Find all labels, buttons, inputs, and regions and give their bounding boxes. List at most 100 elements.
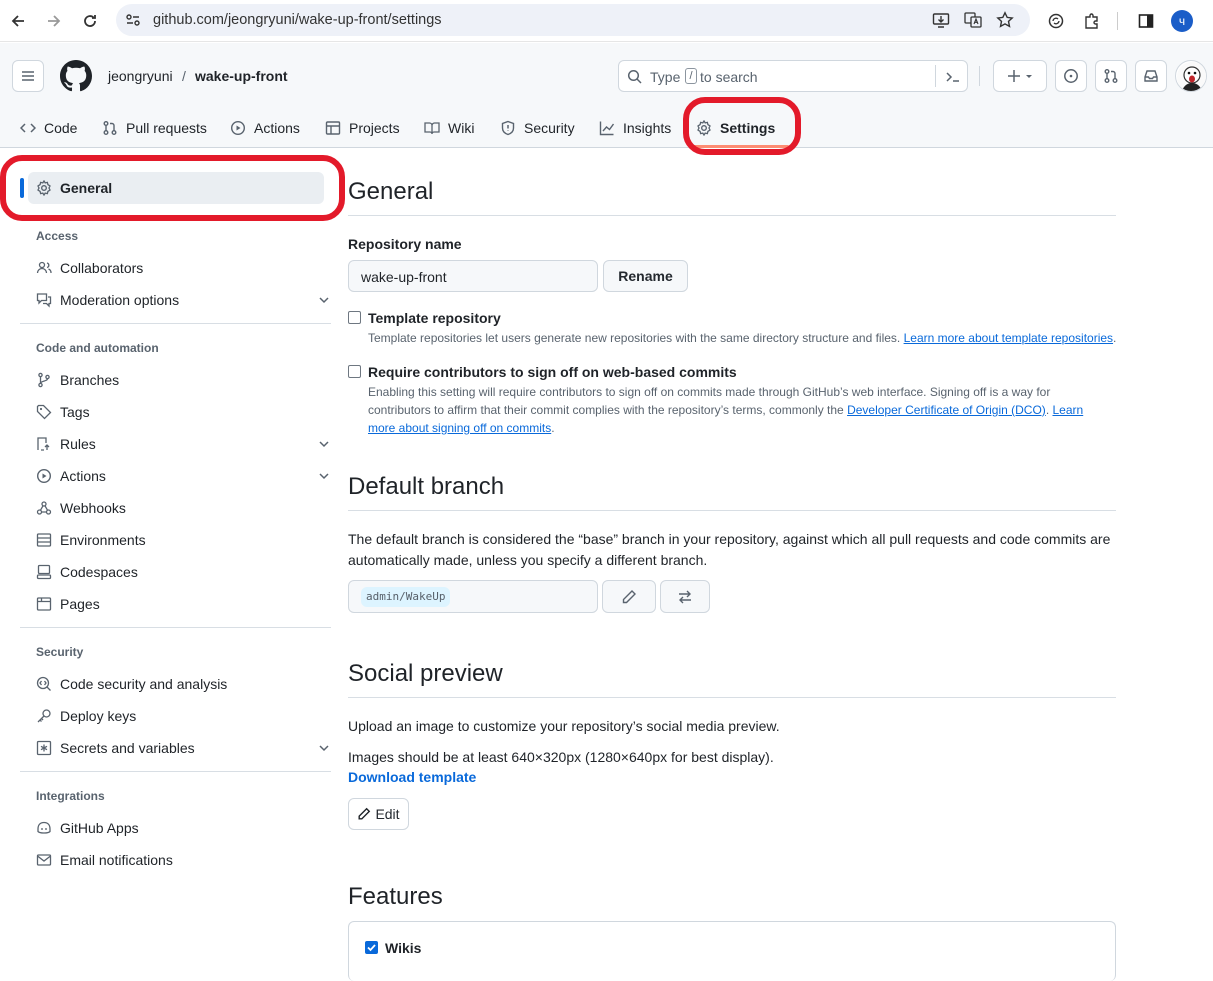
hamburger-icon — [22, 71, 34, 81]
social-preview-size-note: Images should be at least 640×320px (128… — [348, 749, 774, 765]
profile-avatar[interactable]: ч — [1171, 10, 1193, 32]
toolbar-divider — [1117, 12, 1118, 30]
tab-code[interactable]: Code — [20, 116, 77, 140]
sidebar-item-code-security[interactable]: Code security and analysis — [28, 668, 324, 700]
inbox-button[interactable] — [1135, 60, 1167, 92]
sidebar-item-github-apps[interactable]: GitHub Apps — [28, 812, 324, 844]
create-new-button[interactable] — [993, 60, 1047, 92]
sidebar-item-label: Secrets and variables — [60, 740, 195, 756]
sidebar-item-email-notifications[interactable]: Email notifications — [28, 844, 324, 876]
table-icon — [325, 121, 341, 135]
tab-insights[interactable]: Insights — [599, 116, 671, 140]
repo-link[interactable]: wake-up-front — [195, 68, 288, 84]
book-icon — [424, 122, 440, 135]
github-logo-icon[interactable] — [60, 60, 92, 92]
chevron-down-icon — [319, 473, 329, 480]
back-icon[interactable] — [6, 9, 30, 33]
sidebar-item-label: Codespaces — [60, 564, 138, 580]
sidebar-divider — [20, 323, 331, 324]
tag-icon — [36, 404, 52, 420]
edit-social-preview-button[interactable]: Edit — [348, 798, 409, 830]
template-learn-more-link[interactable]: Learn more about template repositories — [904, 331, 1113, 345]
owner-link[interactable]: jeongryuni — [108, 68, 173, 84]
search-icon — [627, 69, 643, 85]
user-avatar[interactable] — [1175, 60, 1207, 92]
signoff-learn-more-link-cont[interactable]: more about signing off on commits — [368, 421, 551, 435]
sidebar-item-label: Moderation options — [60, 292, 180, 308]
graph-icon — [599, 121, 615, 136]
template-repository-checkbox[interactable] — [348, 311, 361, 324]
side-panel-icon[interactable] — [1134, 9, 1158, 33]
features-box — [348, 921, 1116, 981]
repo-name-value: wake-up-front — [361, 269, 447, 285]
signoff-learn-more-link[interactable]: Learn — [1053, 403, 1084, 417]
play-icon — [36, 468, 52, 484]
download-template-link[interactable]: Download template — [348, 769, 476, 785]
repo-name-input[interactable]: wake-up-front — [348, 260, 598, 292]
forward-icon[interactable] — [42, 9, 66, 33]
issues-button[interactable] — [1055, 60, 1087, 92]
pencil-icon — [358, 807, 371, 820]
plus-icon — [1008, 70, 1032, 82]
sidebar-item-pages[interactable]: Pages — [28, 588, 324, 620]
tab-wiki[interactable]: Wiki — [424, 116, 474, 140]
translate-icon[interactable] — [964, 11, 982, 29]
social-preview-title: Social preview — [348, 660, 503, 687]
tab-security[interactable]: Security — [500, 116, 575, 140]
sidebar-item-label: Rules — [60, 436, 96, 452]
sidebar-item-environments[interactable]: Environments — [28, 524, 324, 556]
sidebar-item-label: Environments — [60, 532, 146, 548]
sidebar-heading-security: Security — [36, 645, 84, 659]
edit-branch-button[interactable] — [602, 580, 656, 613]
git-branch-icon — [38, 372, 50, 388]
wikis-label: Wikis — [385, 940, 422, 956]
url-text: github.com/jeongryuni/wake-up-front/sett… — [153, 12, 442, 28]
sidebar-item-label: Email notifications — [60, 852, 173, 868]
site-info-icon[interactable] — [125, 12, 141, 28]
sidebar-item-webhooks[interactable]: Webhooks — [28, 492, 324, 524]
sidebar-item-label: Collaborators — [60, 260, 144, 276]
search-input[interactable]: Type / to search — [618, 60, 968, 92]
chevron-down-icon — [319, 745, 329, 752]
sidebar-item-collaborators[interactable]: Collaborators — [28, 252, 324, 284]
extensions-icon[interactable] — [1080, 9, 1104, 33]
install-app-icon[interactable] — [932, 11, 950, 29]
signoff-label: Require contributors to sign off on web-… — [368, 364, 737, 380]
edit-label: Edit — [375, 806, 400, 822]
arrow-switch-icon — [679, 590, 691, 603]
sidebar-item-deploy-keys[interactable]: Deploy keys — [28, 700, 324, 732]
bookmark-star-icon[interactable] — [996, 11, 1014, 29]
signoff-checkbox[interactable] — [348, 365, 361, 378]
sidebar-divider — [20, 627, 331, 628]
sidebar-heading-code-automation: Code and automation — [36, 341, 159, 355]
pencil-icon — [622, 589, 636, 603]
tab-label: Wiki — [448, 120, 475, 136]
sidebar-item-tags[interactable]: Tags — [28, 396, 324, 428]
highlight-general-item — [0, 155, 345, 221]
tab-projects[interactable]: Projects — [325, 116, 400, 140]
rename-button[interactable]: Rename — [603, 260, 688, 292]
highlight-settings-tab — [683, 97, 801, 155]
sidebar-item-actions[interactable]: Actions — [28, 460, 329, 492]
reload-icon[interactable] — [78, 9, 102, 33]
address-bar[interactable]: github.com/jeongryuni/wake-up-front/sett… — [116, 4, 1030, 36]
sidebar-item-rules[interactable]: Rules — [28, 428, 329, 460]
tab-label: Actions — [254, 120, 300, 136]
sidebar-item-codespaces[interactable]: Codespaces — [28, 556, 324, 588]
copilot-icon — [37, 821, 51, 834]
sidebar-item-moderation-options[interactable]: Moderation options — [28, 284, 329, 316]
search-divider — [935, 65, 936, 87]
tab-actions[interactable]: Actions — [230, 116, 300, 140]
menu-button[interactable] — [12, 60, 44, 92]
sidebar-item-branches[interactable]: Branches — [28, 364, 324, 396]
dco-link[interactable]: Developer Certificate of Origin (DCO) — [847, 403, 1046, 417]
wikis-checkbox[interactable] — [365, 941, 378, 954]
pull-requests-button[interactable] — [1095, 60, 1127, 92]
tab-pull-requests[interactable]: Pull requests — [102, 116, 207, 140]
sync-icon[interactable] — [1044, 9, 1068, 33]
switch-branch-button[interactable] — [660, 580, 710, 613]
template-repository-note: Template repositories let users generate… — [368, 331, 1117, 345]
command-palette-icon[interactable] — [945, 69, 961, 85]
codespaces-icon — [36, 564, 52, 580]
sidebar-item-secrets-variables[interactable]: Secrets and variables — [28, 732, 329, 764]
